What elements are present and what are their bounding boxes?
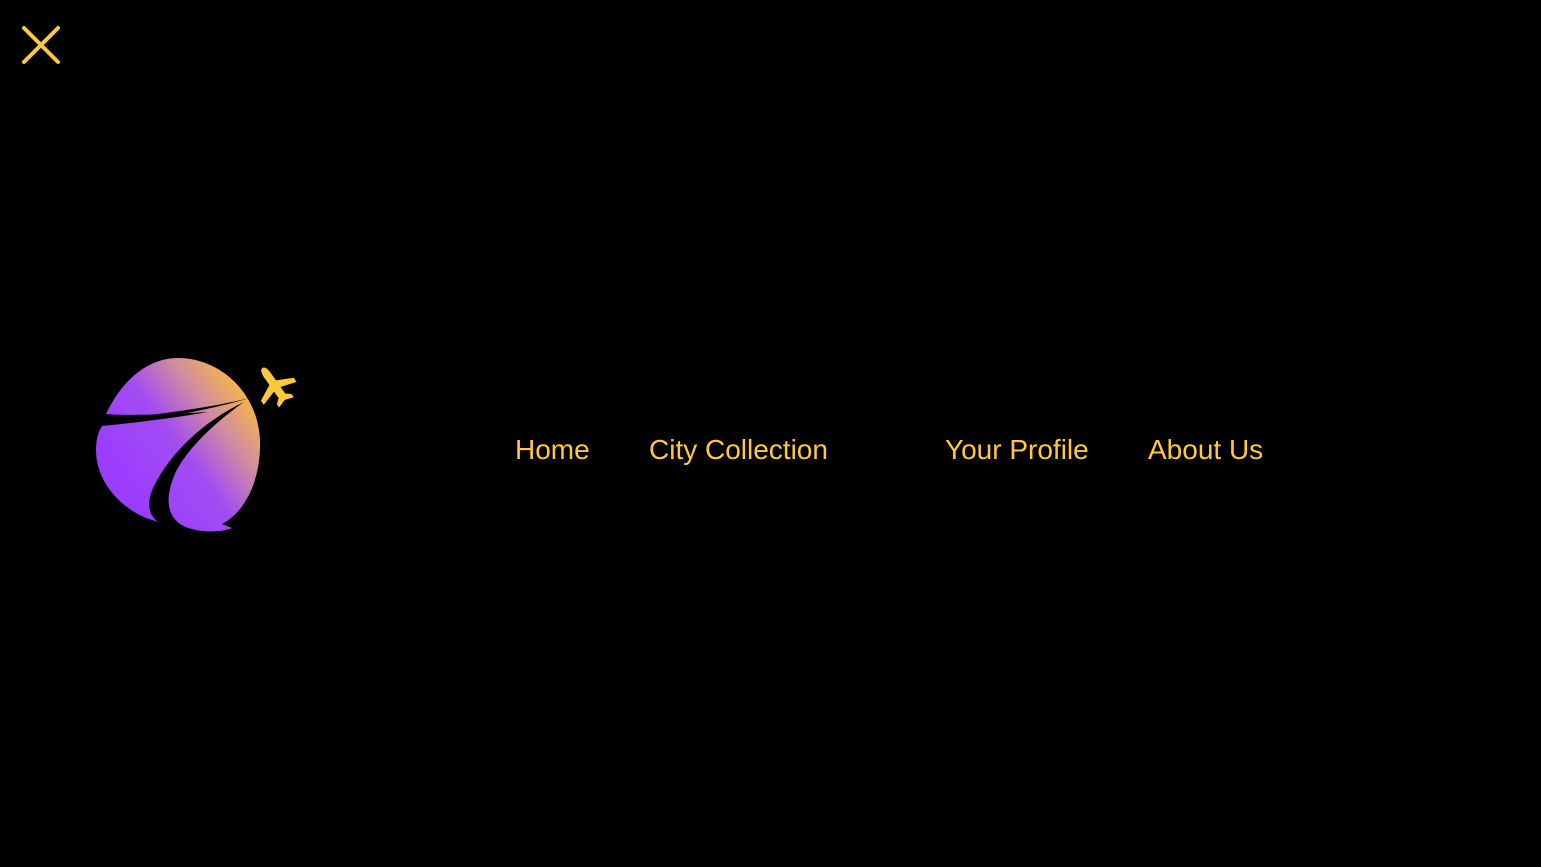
- nav-link-your-profile[interactable]: Your Profile: [945, 430, 1089, 470]
- nav-link-about-us[interactable]: About Us: [1148, 430, 1263, 470]
- airplane-icon: [260, 367, 297, 408]
- menu-overlay: Home City Collection Your Profile About …: [0, 0, 1541, 867]
- nav-link-home[interactable]: Home: [515, 430, 590, 470]
- close-icon: [22, 26, 60, 64]
- main-nav: Home City Collection Your Profile About …: [0, 430, 1541, 470]
- nav-link-city-collection[interactable]: City Collection: [649, 430, 828, 470]
- close-button[interactable]: [16, 20, 64, 68]
